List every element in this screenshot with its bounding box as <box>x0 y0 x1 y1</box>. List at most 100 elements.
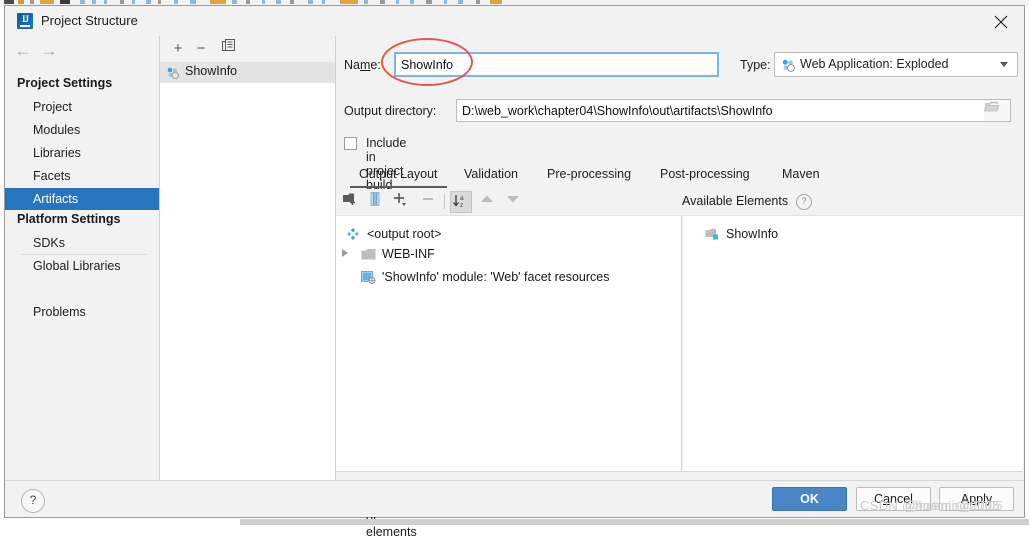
tab-output-layout[interactable]: Output Layout <box>350 162 447 188</box>
sidebar-item-modules[interactable]: Modules <box>5 119 159 141</box>
close-icon[interactable] <box>978 6 1024 36</box>
sidebar-group-header-platform-settings: Platform Settings <box>17 212 121 226</box>
background-tick <box>396 0 399 4</box>
apply-button[interactable]: Apply <box>939 487 1014 511</box>
sort-alphabetical-icon[interactable]: a z <box>450 191 472 213</box>
sidebar-item-problems[interactable]: Problems <box>5 301 159 323</box>
chevron-down-icon <box>1000 62 1008 67</box>
web-facet-icon <box>361 270 376 290</box>
arrow-left-icon[interactable]: ← <box>12 40 34 62</box>
sidebar-item-project[interactable]: Project <box>5 96 159 118</box>
artifact-icon <box>166 66 180 83</box>
minus-icon[interactable] <box>420 191 442 213</box>
tab-maven[interactable]: Maven <box>773 162 829 188</box>
available-elements-tree[interactable]: ShowInfo <box>683 216 1023 471</box>
artifact-type-value: Web Application: Exploded <box>800 57 949 71</box>
background-tick <box>132 0 135 4</box>
toolbar-separator <box>444 194 445 209</box>
type-label: Type: <box>740 58 771 72</box>
dialog-footer: ? OK Cancel Apply <box>5 480 1024 517</box>
sidebar-item-libraries[interactable]: Libraries <box>5 142 159 164</box>
tab-pre-processing[interactable]: Pre-processing <box>538 162 640 188</box>
background-tick <box>158 0 161 4</box>
folder-icon <box>361 247 376 267</box>
ok-button[interactable]: OK <box>772 487 847 511</box>
artifact-name-label: ShowInfo <box>185 64 238 78</box>
add-directory-icon[interactable] <box>342 191 364 213</box>
available-elements-title: Available Elements <box>682 194 789 208</box>
project-structure-dialog: IJ Project Structure ← → Project Setting… <box>4 5 1025 539</box>
sidebar-divider <box>21 254 147 255</box>
background-tick <box>246 0 250 4</box>
background-tick <box>174 0 178 4</box>
artifacts-list-panel: + − ShowInfo <box>160 36 336 480</box>
artifact-root-icon <box>346 227 360 247</box>
background-tick <box>290 0 294 4</box>
chevron-right-icon[interactable] <box>342 249 348 257</box>
background-tick <box>458 0 463 4</box>
output-layout-tree[interactable]: <output root> WEB-INF 'ShowInfo' module:… <box>336 216 682 471</box>
artifact-editor-panel: Name: Type: Web Application: Exploded Ou… <box>336 36 1024 539</box>
sidebar-item-sdks[interactable]: SDKs <box>5 232 159 254</box>
question-mark-icon[interactable]: ? <box>796 194 812 210</box>
background-tick <box>60 0 70 4</box>
sidebar-item-facets[interactable]: Facets <box>5 165 159 187</box>
arrow-down-icon[interactable] <box>504 191 526 213</box>
artifact-name-input[interactable] <box>394 52 719 77</box>
background-tick <box>322 0 325 4</box>
module-icon <box>705 227 720 247</box>
output-layout-toolbar: a z Available Elements ? <box>336 189 1023 216</box>
artifact-icon <box>781 58 796 76</box>
add-artifact-button[interactable]: + <box>168 39 188 59</box>
artifacts-list-toolbar: + − <box>160 36 335 63</box>
background-tick <box>190 0 196 4</box>
background-tick <box>276 0 281 4</box>
window-title: Project Structure <box>41 13 138 28</box>
background-tick <box>308 0 313 4</box>
tree-node-label: 'ShowInfo' module: 'Web' facet resources <box>382 270 610 284</box>
background-tick <box>262 0 265 4</box>
copy-icon[interactable] <box>218 39 238 59</box>
sidebar-navigation: ← → <box>5 36 159 66</box>
intellij-idea-logo-icon: IJ <box>17 13 33 29</box>
tree-node-label: <output root> <box>367 227 442 241</box>
sidebar-item-artifacts[interactable]: Artifacts <box>5 188 159 210</box>
tree-node-label: ShowInfo <box>726 227 779 241</box>
svg-text:a: a <box>460 195 464 202</box>
sidebar-item-global-libraries[interactable]: Global Libraries <box>5 255 159 277</box>
output-directory-input[interactable] <box>456 99 1011 122</box>
sidebar-group-header-project-settings: Project Settings <box>17 76 113 90</box>
background-tick <box>80 0 85 4</box>
background-tick <box>340 0 358 4</box>
plus-dropdown-icon[interactable] <box>392 191 414 213</box>
settings-sidebar: ← → Project Settings Project Modules Lib… <box>5 36 160 480</box>
arrow-up-icon[interactable] <box>478 191 500 213</box>
artifact-type-select[interactable]: Web Application: Exploded <box>774 52 1018 77</box>
background-tick <box>444 0 447 4</box>
background-tick <box>4 0 14 4</box>
folder-browse-icon[interactable] <box>983 100 1010 121</box>
background-tick <box>40 0 54 4</box>
arrow-right-icon[interactable]: → <box>38 40 60 62</box>
page-bottom-strip <box>240 519 1029 525</box>
background-tick <box>120 0 124 4</box>
background-tick <box>490 0 502 4</box>
background-tick <box>232 0 237 4</box>
svg-text:z: z <box>460 202 463 209</box>
background-tick <box>18 0 24 4</box>
background-tick <box>92 0 96 4</box>
tab-validation[interactable]: Validation <box>455 162 527 188</box>
remove-artifact-button[interactable]: − <box>191 39 211 59</box>
background-tick <box>210 0 226 4</box>
background-tick <box>426 0 432 4</box>
list-item[interactable]: ShowInfo <box>160 62 335 83</box>
tab-post-processing[interactable]: Post-processing <box>651 162 759 188</box>
tree-node-label: WEB-INF <box>382 247 435 261</box>
help-button[interactable]: ? <box>21 489 45 513</box>
cancel-button[interactable]: Cancel <box>856 487 931 511</box>
background-tick <box>146 0 151 4</box>
add-archive-icon[interactable] <box>367 191 389 213</box>
checkbox-box <box>344 137 357 150</box>
background-tick <box>30 0 34 4</box>
name-label: Name: <box>344 58 381 72</box>
